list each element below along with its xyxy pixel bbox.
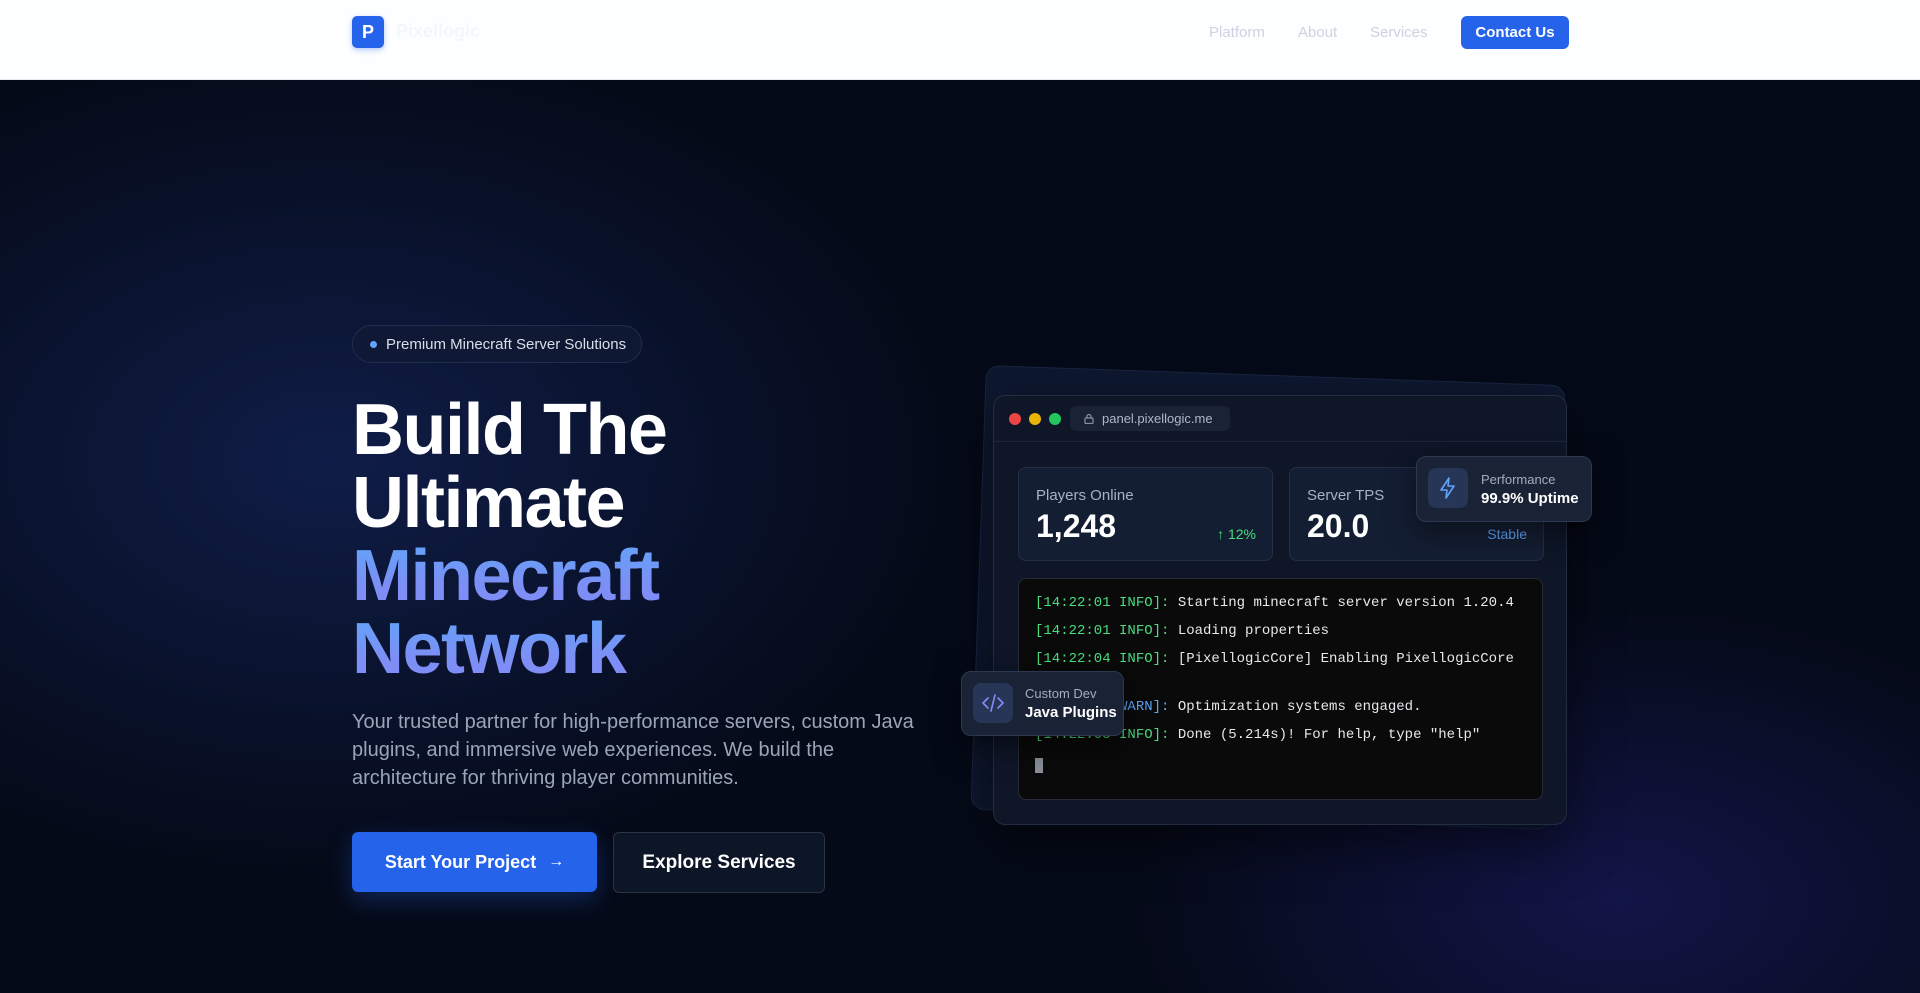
badge-dot-icon: [370, 340, 377, 348]
performance-card: Performance 99.9% Uptime: [1416, 456, 1592, 522]
arrow-right-icon: →: [548, 853, 565, 870]
custom-dev-label: Custom Dev: [1025, 686, 1097, 701]
stat-players-label: Players Online: [1036, 487, 1134, 504]
hero-description: Your trusted partner for high-performanc…: [352, 711, 914, 789]
stat-tps-label: Server TPS: [1307, 487, 1385, 504]
code-icon: [973, 683, 1013, 723]
minimize-dot-icon[interactable]: [1029, 413, 1041, 425]
console-cursor: [1035, 758, 1043, 773]
url-bar[interactable]: panel.pixellogic.me: [1070, 406, 1230, 431]
nav-services[interactable]: Services: [1370, 24, 1428, 41]
window-titlebar: panel.pixellogic.me: [994, 396, 1566, 442]
stat-players-trend: ↑ 12%: [1217, 526, 1256, 542]
stat-tps-value: 20.0: [1307, 508, 1370, 544]
headline-line-4: Network: [352, 613, 666, 686]
stat-players: Players Online 1,248 ↑ 12%: [1018, 467, 1273, 561]
headline-line-3: Minecraft: [352, 540, 666, 613]
hero-section: [0, 80, 1920, 993]
start-project-label: Start Your Project: [384, 851, 537, 872]
nav-about[interactable]: About: [1298, 24, 1337, 41]
maximize-dot-icon[interactable]: [1049, 413, 1061, 425]
start-project-button[interactable]: Start Your Project →: [352, 832, 597, 892]
lightning-icon: [1428, 468, 1468, 508]
brand-name[interactable]: Pixellogic: [396, 21, 480, 42]
headline-line-2: Ultimate: [352, 463, 626, 543]
performance-value: 99.9% Uptime: [1481, 490, 1579, 507]
stat-tps-trend: Stable: [1487, 526, 1527, 542]
hero-badge: Premium Minecraft Server Solutions: [352, 325, 642, 363]
contact-button[interactable]: Contact Us: [1461, 16, 1569, 49]
url-text: panel.pixellogic.me: [1102, 411, 1213, 426]
custom-dev-value: Java Plugins: [1025, 704, 1117, 721]
performance-label: Performance: [1481, 472, 1556, 487]
lock-icon: [1084, 413, 1094, 424]
console-line: [14:22:01 INFO]: Starting minecraft serv…: [1035, 595, 1514, 611]
explore-services-button[interactable]: Explore Services: [613, 832, 825, 893]
nav-platform[interactable]: Platform: [1209, 24, 1265, 41]
site-header: P Pixellogic Platform About Services Con…: [0, 0, 1920, 80]
hero-headline: Build The Ultimate Minecraft Network: [352, 390, 668, 686]
headline-line-1: Build The: [352, 390, 668, 470]
custom-dev-card: Custom Dev Java Plugins: [961, 671, 1124, 736]
console-line: [14:22:01 INFO]: Loading properties: [1035, 623, 1330, 639]
logo-mark[interactable]: P: [352, 16, 384, 48]
badge-label: Premium Minecraft Server Solutions: [386, 335, 627, 353]
close-dot-icon[interactable]: [1009, 413, 1021, 425]
stat-players-value: 1,248: [1036, 508, 1117, 544]
console-line: [14:22:04 INFO]: [PixellogicCore] Enabli…: [1035, 651, 1514, 667]
